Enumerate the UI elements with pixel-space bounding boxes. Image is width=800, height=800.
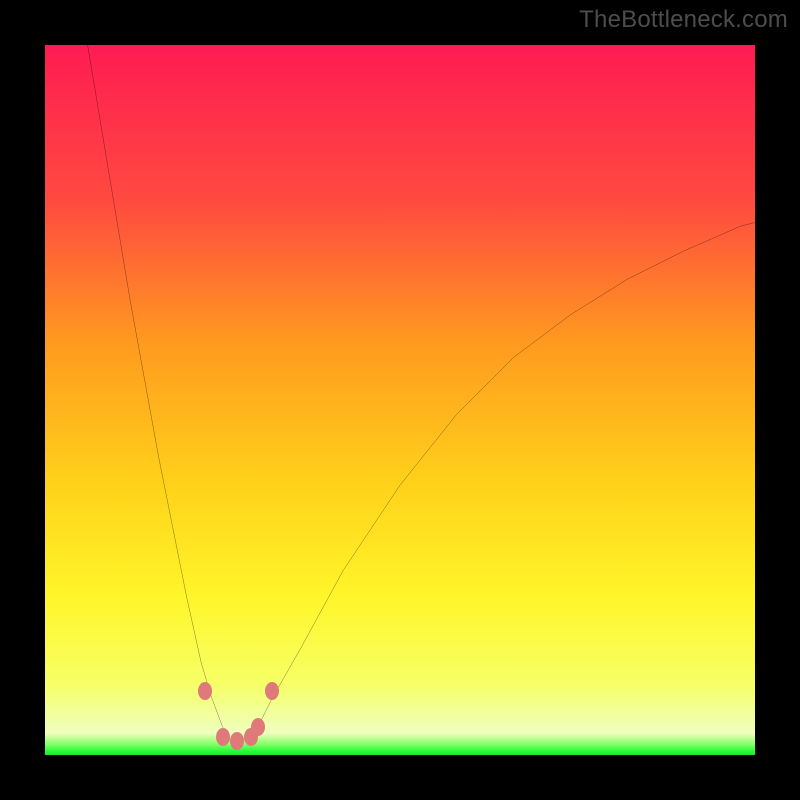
curve-marker [251,718,265,736]
curve-markers [45,45,755,755]
plot-area [45,45,755,755]
chart-frame: TheBottleneck.com [0,0,800,800]
curve-marker [230,732,244,750]
curve-marker [216,728,230,746]
curve-marker [198,682,212,700]
curve-marker [265,682,279,700]
watermark-text: TheBottleneck.com [579,6,788,34]
